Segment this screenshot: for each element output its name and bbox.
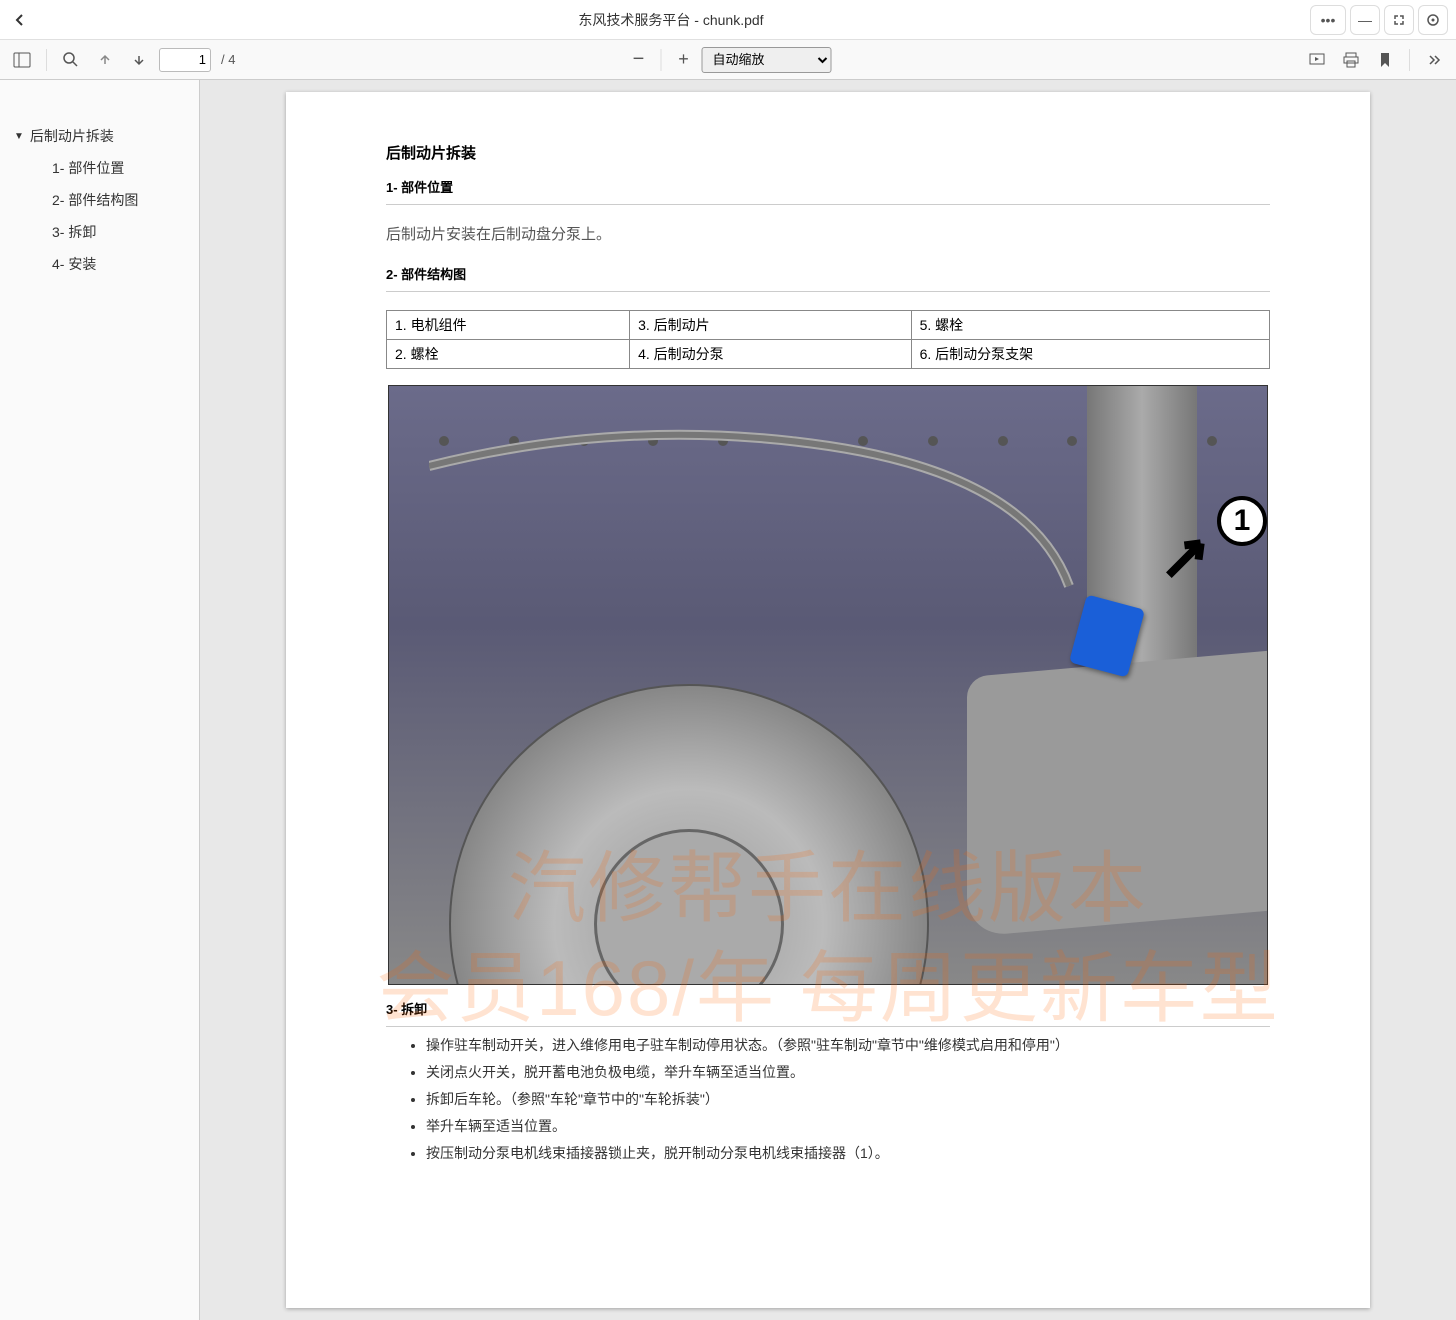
window-controls: ••• — bbox=[1310, 5, 1448, 35]
section-3-heading: 3- 拆卸 bbox=[386, 999, 1270, 1018]
print-button[interactable] bbox=[1337, 46, 1365, 74]
outline-item-2[interactable]: 2- 部件结构图 bbox=[0, 184, 199, 216]
doc-title: 后制动片拆装 bbox=[386, 142, 1270, 163]
separator bbox=[46, 49, 47, 71]
hr bbox=[386, 1026, 1270, 1027]
cell: 5. 螺栓 bbox=[911, 311, 1269, 340]
brake-assembly-figure: 1 bbox=[388, 385, 1268, 985]
outline-item-1[interactable]: 1- 部件位置 bbox=[0, 152, 199, 184]
zoom-in-button[interactable]: + bbox=[670, 46, 698, 74]
outline-item-4[interactable]: 4- 安装 bbox=[0, 248, 199, 280]
list-item: 按压制动分泵电机线束插接器锁止夹，脱开制动分泵电机线束插接器（1）。 bbox=[426, 1143, 1270, 1164]
chevron-right-double-icon bbox=[1427, 53, 1441, 67]
caliper-part bbox=[967, 651, 1267, 937]
print-icon bbox=[1342, 51, 1360, 69]
minimize-button[interactable]: — bbox=[1350, 5, 1380, 35]
separator bbox=[1409, 49, 1410, 71]
cell: 2. 螺栓 bbox=[387, 340, 630, 369]
presentation-button[interactable] bbox=[1303, 46, 1331, 74]
section-1-heading: 1- 部件位置 bbox=[386, 177, 1270, 196]
main-area: ▼ 后制动片拆装 1- 部件位置 2- 部件结构图 3- 拆卸 4- 安装 后制… bbox=[0, 80, 1456, 1320]
sidebar-icon bbox=[13, 51, 31, 69]
target-icon bbox=[1426, 13, 1440, 27]
bookmark-icon bbox=[1378, 52, 1392, 68]
parts-table: 1. 电机组件 3. 后制动片 5. 螺栓 2. 螺栓 4. 后制动分泵 6. … bbox=[386, 310, 1270, 369]
cell: 6. 后制动分泵支架 bbox=[911, 340, 1269, 369]
target-button[interactable] bbox=[1418, 5, 1448, 35]
next-page-button[interactable] bbox=[125, 46, 153, 74]
tools-menu-button[interactable] bbox=[1420, 46, 1448, 74]
hr bbox=[386, 291, 1270, 292]
page-number-input[interactable] bbox=[159, 48, 211, 72]
back-button[interactable] bbox=[8, 8, 32, 32]
maximize-icon bbox=[1393, 14, 1405, 26]
cell: 3. 后制动片 bbox=[630, 311, 912, 340]
triangle-down-icon: ▼ bbox=[14, 131, 24, 142]
plus-icon: + bbox=[678, 49, 689, 70]
minimize-icon: — bbox=[1358, 12, 1372, 28]
search-icon bbox=[63, 52, 79, 68]
list-item: 举升车辆至适当位置。 bbox=[426, 1116, 1270, 1137]
brake-hose bbox=[429, 386, 1129, 686]
arrow-down-icon bbox=[132, 53, 146, 67]
cell: 1. 电机组件 bbox=[387, 311, 630, 340]
bookmark-button[interactable] bbox=[1371, 46, 1399, 74]
window-title: 东风技术服务平台 - chunk.pdf bbox=[32, 10, 1310, 30]
outline-sidebar: ▼ 后制动片拆装 1- 部件位置 2- 部件结构图 3- 拆卸 4- 安装 bbox=[0, 80, 200, 1320]
list-item: 拆卸后车轮。（参照"车轮"章节中的"车轮拆装"） bbox=[426, 1089, 1270, 1110]
zoom-select[interactable]: 自动缩放 bbox=[702, 47, 832, 73]
zoom-out-button[interactable]: − bbox=[625, 46, 653, 74]
sidebar-toggle-button[interactable] bbox=[8, 46, 36, 74]
pdf-viewer[interactable]: 后制动片拆装 1- 部件位置 后制动片安装在后制动盘分泵上。 2- 部件结构图 … bbox=[200, 80, 1456, 1320]
list-item: 关闭点火开关，脱开蓄电池负极电缆，举升车辆至适当位置。 bbox=[426, 1062, 1270, 1083]
removal-steps-list: 操作驻车制动开关，进入维修用电子驻车制动停用状态。（参照"驻车制动"章节中"维修… bbox=[386, 1035, 1270, 1164]
page-total-label: / 4 bbox=[221, 52, 235, 67]
minus-icon: − bbox=[633, 48, 645, 71]
chevron-left-icon bbox=[13, 13, 27, 27]
title-bar: 东风技术服务平台 - chunk.pdf ••• — bbox=[0, 0, 1456, 40]
section-2-heading: 2- 部件结构图 bbox=[386, 264, 1270, 283]
dots-icon: ••• bbox=[1321, 12, 1336, 28]
zoom-controls: − + 自动缩放 bbox=[625, 46, 832, 74]
table-row: 1. 电机组件 3. 后制动片 5. 螺栓 bbox=[387, 311, 1270, 340]
prev-page-button[interactable] bbox=[91, 46, 119, 74]
pdf-page-1: 后制动片拆装 1- 部件位置 后制动片安装在后制动盘分泵上。 2- 部件结构图 … bbox=[286, 92, 1370, 1308]
presentation-icon bbox=[1308, 51, 1326, 69]
outline-item-3[interactable]: 3- 拆卸 bbox=[0, 216, 199, 248]
outline-root[interactable]: ▼ 后制动片拆装 bbox=[0, 120, 199, 152]
cell: 4. 后制动分泵 bbox=[630, 340, 912, 369]
pdf-toolbar: / 4 − + 自动缩放 bbox=[0, 40, 1456, 80]
more-button[interactable]: ••• bbox=[1310, 5, 1346, 35]
outline-root-label: 后制动片拆装 bbox=[30, 126, 114, 146]
callout-label-1: 1 bbox=[1217, 496, 1267, 546]
document-outline: ▼ 后制动片拆装 1- 部件位置 2- 部件结构图 3- 拆卸 4- 安装 bbox=[0, 120, 199, 280]
hr bbox=[386, 204, 1270, 205]
maximize-button[interactable] bbox=[1384, 5, 1414, 35]
section-1-text: 后制动片安装在后制动盘分泵上。 bbox=[386, 223, 1270, 244]
arrow-up-icon bbox=[98, 53, 112, 67]
table-row: 2. 螺栓 4. 后制动分泵 6. 后制动分泵支架 bbox=[387, 340, 1270, 369]
search-button[interactable] bbox=[57, 46, 85, 74]
list-item: 操作驻车制动开关，进入维修用电子驻车制动停用状态。（参照"驻车制动"章节中"维修… bbox=[426, 1035, 1270, 1056]
separator bbox=[661, 49, 662, 71]
